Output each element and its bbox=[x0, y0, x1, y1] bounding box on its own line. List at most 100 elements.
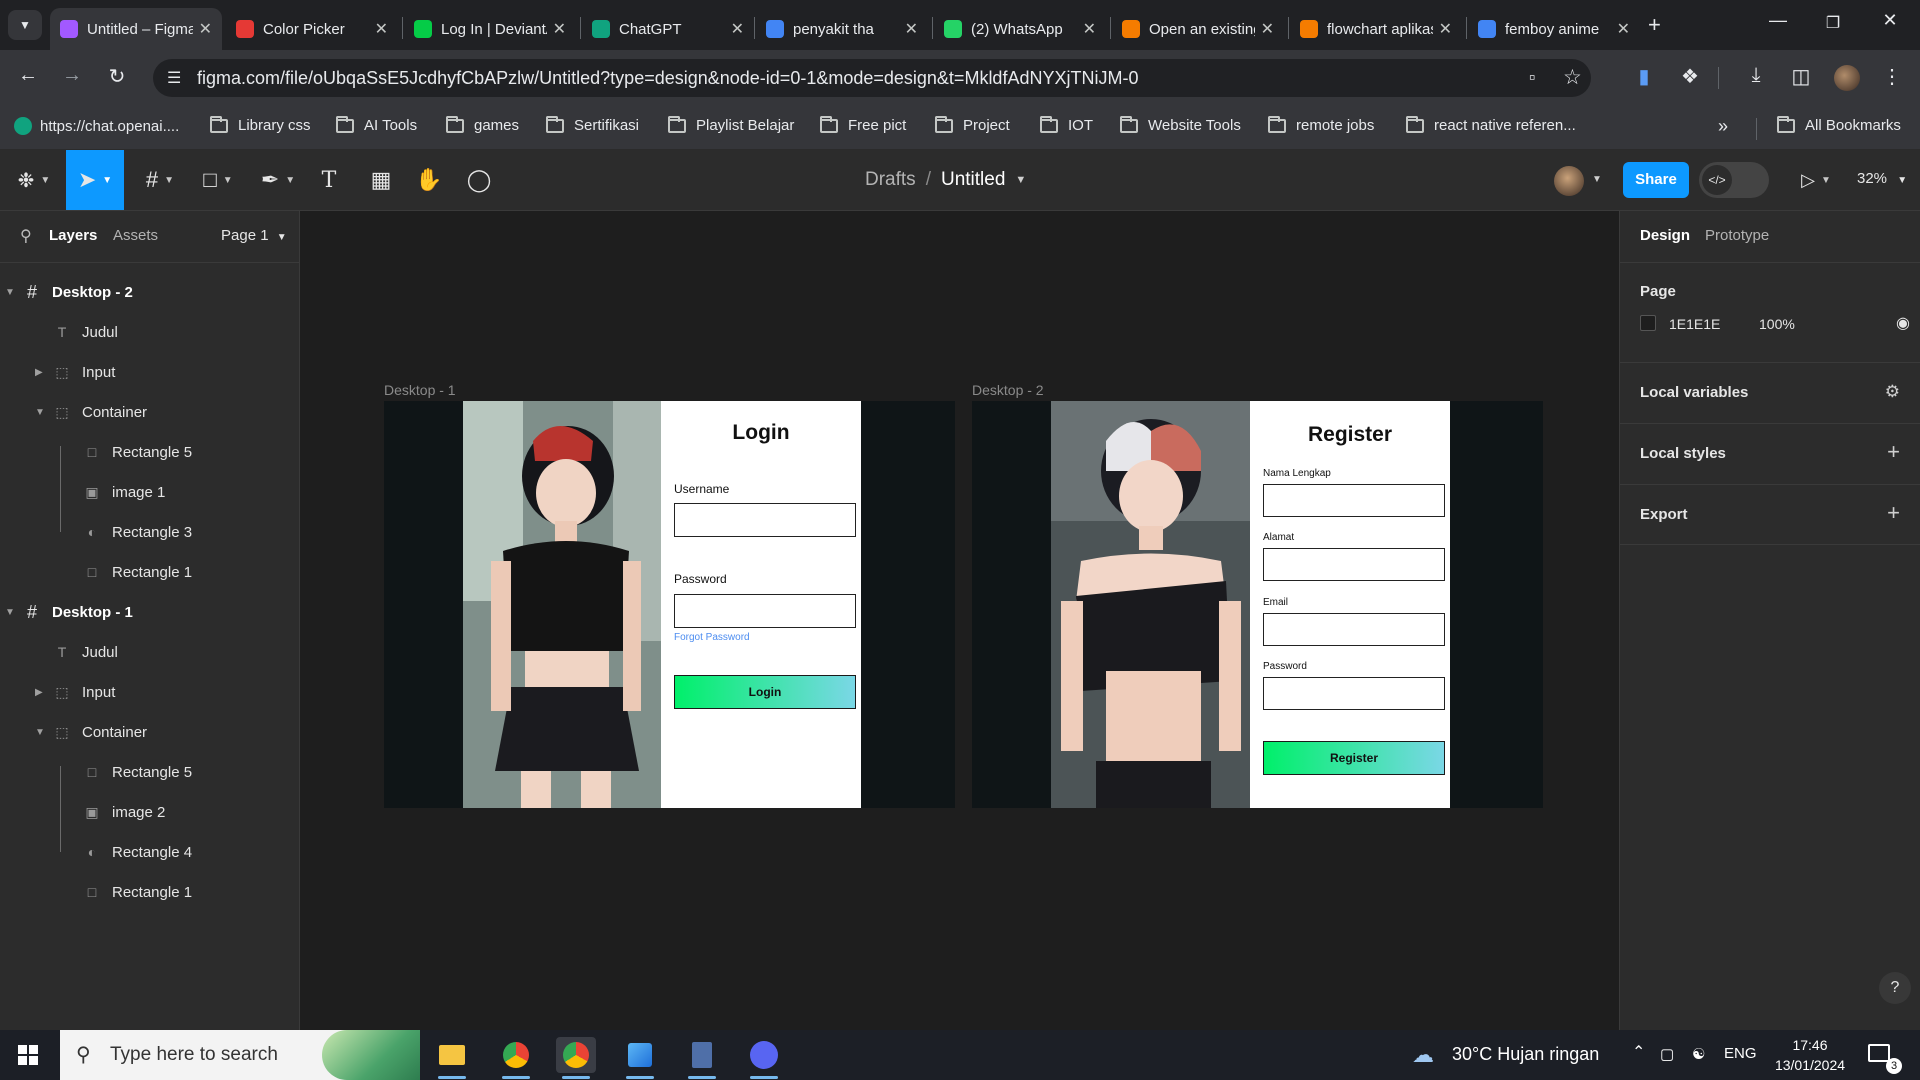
zoom-menu[interactable]: 32% ▼ bbox=[1857, 170, 1907, 187]
layer-row[interactable]: ▣ image 2 bbox=[0, 792, 299, 832]
layer-row[interactable]: ▶ ⬚ Input bbox=[0, 352, 299, 392]
taskbar-search-box[interactable]: ⚲ Type here to search bbox=[60, 1030, 420, 1080]
dev-mode-toggle[interactable]: </> bbox=[1699, 162, 1769, 198]
expand-down-icon[interactable]: ▼ bbox=[5, 287, 15, 298]
text-tool-button[interactable]: T bbox=[314, 150, 344, 210]
url-text[interactable]: figma.com/file/oUbqaSsE5JcdhyfCbAPzlw/Un… bbox=[197, 68, 1138, 89]
layer-row[interactable]: T Judul bbox=[0, 632, 299, 672]
tab-prototype[interactable]: Prototype bbox=[1705, 227, 1769, 244]
close-tab-icon[interactable]: ✕ bbox=[553, 19, 566, 39]
file-explorer-icon[interactable] bbox=[432, 1037, 472, 1079]
browser-tab[interactable]: Untitled – Figma ✕ bbox=[50, 8, 222, 50]
export-section[interactable]: Export + bbox=[1620, 484, 1920, 545]
bookmark-item[interactable]: games bbox=[446, 115, 519, 134]
avatar-chevron-icon[interactable]: ▼ bbox=[1592, 174, 1602, 185]
bookmark-item[interactable]: Project bbox=[935, 115, 1010, 134]
more-bookmarks-icon[interactable]: » bbox=[1718, 116, 1728, 137]
layer-row[interactable]: □ Rectangle 5 bbox=[0, 752, 299, 792]
add-export-plus-icon[interactable]: + bbox=[1887, 500, 1900, 526]
tab-design[interactable]: Design bbox=[1640, 227, 1690, 244]
browser-tab[interactable]: Color Picker ✕ bbox=[226, 8, 398, 50]
email-input[interactable] bbox=[1263, 613, 1445, 646]
bookmark-item[interactable]: Website Tools bbox=[1120, 115, 1241, 134]
layer-row[interactable]: ▣ image 1 bbox=[0, 472, 299, 512]
local-variables-section[interactable]: Local variables ⚙ bbox=[1620, 362, 1920, 423]
extensions-puzzle-icon[interactable]: ❖ bbox=[1676, 64, 1704, 89]
bookmark-item[interactable]: react native referen... bbox=[1406, 115, 1576, 134]
nama-lengkap-input[interactable] bbox=[1263, 484, 1445, 517]
layer-row[interactable]: ▶ ⬚ Input bbox=[0, 672, 299, 712]
language-indicator[interactable]: ENG bbox=[1724, 1045, 1757, 1062]
clock[interactable]: 17:46 13/01/2024 bbox=[1770, 1035, 1850, 1075]
layer-row[interactable]: □ Rectangle 1 bbox=[0, 552, 299, 592]
layer-row[interactable]: T Judul bbox=[0, 312, 299, 352]
frame-desktop-2[interactable]: Register Nama Lengkap Alamat Email Passw… bbox=[972, 401, 1543, 808]
register-button[interactable]: Register bbox=[1263, 741, 1445, 775]
discord-icon[interactable] bbox=[744, 1037, 784, 1079]
visibility-eye-icon[interactable]: ◉ bbox=[1896, 313, 1910, 333]
profile-avatar[interactable] bbox=[1834, 65, 1860, 91]
layer-row[interactable]: ▼ # Desktop - 1 bbox=[0, 592, 299, 632]
add-style-plus-icon[interactable]: + bbox=[1887, 439, 1900, 465]
weather-text[interactable]: 30°C Hujan ringan bbox=[1452, 1044, 1599, 1065]
expand-down-icon[interactable]: ▼ bbox=[5, 607, 15, 618]
bookmark-item[interactable]: AI Tools bbox=[336, 115, 417, 134]
show-hidden-icons[interactable]: ⌃ bbox=[1632, 1042, 1645, 1062]
resources-button[interactable]: ▦ bbox=[366, 150, 396, 210]
comment-tool-button[interactable]: ◯ bbox=[464, 150, 494, 210]
site-settings-icon[interactable]: ☰ bbox=[167, 68, 181, 88]
forgot-password-link[interactable]: Forgot Password bbox=[674, 632, 750, 643]
variables-settings-icon[interactable]: ⚙ bbox=[1885, 382, 1900, 402]
tab-search-button[interactable]: ▼ bbox=[8, 10, 42, 40]
close-tab-icon[interactable]: ✕ bbox=[199, 19, 212, 39]
bookmark-item[interactable]: Free pict bbox=[820, 115, 906, 134]
frame-title-desktop-1[interactable]: Desktop - 1 bbox=[384, 382, 456, 398]
tab-assets[interactable]: Assets bbox=[113, 227, 158, 244]
layer-row[interactable]: □ Rectangle 1 bbox=[0, 872, 299, 912]
frame-desktop-1[interactable]: Login Username Password Forgot Password … bbox=[384, 401, 955, 808]
close-tab-icon[interactable]: ✕ bbox=[1617, 19, 1630, 39]
expand-right-icon[interactable]: ▶ bbox=[35, 687, 43, 698]
page-opacity[interactable]: 100% bbox=[1759, 316, 1795, 332]
bookmark-star-icon[interactable]: ☆ bbox=[1563, 65, 1582, 90]
page-color-hex[interactable]: 1E1E1E bbox=[1669, 316, 1720, 332]
chevron-down-icon[interactable]: ▼ bbox=[1015, 174, 1026, 186]
browser-tab[interactable]: Log In | DeviantArt ✕ bbox=[404, 8, 576, 50]
file-name[interactable]: Untitled bbox=[941, 169, 1005, 191]
browser-tab[interactable]: flowchart aplikasi ✕ bbox=[1290, 8, 1462, 50]
expand-down-icon[interactable]: ▼ bbox=[35, 727, 45, 738]
shape-tool-button[interactable]: □ ▼ bbox=[196, 150, 240, 210]
close-tab-icon[interactable]: ✕ bbox=[1261, 19, 1274, 39]
reload-icon[interactable]: ↻ bbox=[103, 64, 131, 89]
forward-icon[interactable]: → bbox=[58, 64, 86, 87]
pen-tool-button[interactable]: ✒ ▼ bbox=[256, 150, 300, 210]
bookmark-item[interactable]: Library css bbox=[210, 115, 311, 134]
layer-row[interactable]: ▼ ⬚ Container bbox=[0, 392, 299, 432]
layer-row[interactable]: ◐ Rectangle 4 bbox=[0, 832, 299, 872]
frame-tool-button[interactable]: # ▼ bbox=[138, 150, 182, 210]
windows-start-icon[interactable] bbox=[18, 1045, 38, 1065]
close-tab-icon[interactable]: ✕ bbox=[375, 19, 388, 39]
weather-icon[interactable]: ☁ bbox=[1412, 1042, 1434, 1068]
tab-layers[interactable]: Layers bbox=[49, 227, 97, 244]
omnibox[interactable]: ☰ figma.com/file/oUbqaSsE5JcdhyfCbAPzlw/… bbox=[153, 59, 1591, 97]
page-color-swatch[interactable] bbox=[1640, 315, 1656, 331]
layer-row[interactable]: ▼ # Desktop - 2 bbox=[0, 272, 299, 312]
login-button[interactable]: Login bbox=[674, 675, 856, 709]
chrome-icon[interactable] bbox=[496, 1037, 536, 1079]
close-tab-icon[interactable]: ✕ bbox=[731, 19, 744, 39]
notification-center-icon[interactable] bbox=[1868, 1044, 1890, 1062]
page-selector[interactable]: Page 1 ▼ bbox=[221, 227, 287, 244]
local-styles-section[interactable]: Local styles + bbox=[1620, 423, 1920, 484]
hand-tool-button[interactable]: ✋ bbox=[414, 150, 444, 210]
frame-title-desktop-2[interactable]: Desktop - 2 bbox=[972, 382, 1044, 398]
side-panel-icon[interactable]: ◫ bbox=[1787, 64, 1815, 89]
bookmark-item[interactable]: https://chat.openai.... bbox=[14, 117, 179, 135]
layer-row[interactable]: ◐ Rectangle 3 bbox=[0, 512, 299, 552]
share-button[interactable]: Share bbox=[1623, 162, 1689, 198]
expand-down-icon[interactable]: ▼ bbox=[35, 407, 45, 418]
close-tab-icon[interactable]: ✕ bbox=[905, 19, 918, 39]
chrome-profile-icon[interactable] bbox=[556, 1037, 596, 1079]
menu-kebab-icon[interactable]: ⋮ bbox=[1878, 64, 1906, 89]
alamat-input[interactable] bbox=[1263, 548, 1445, 581]
